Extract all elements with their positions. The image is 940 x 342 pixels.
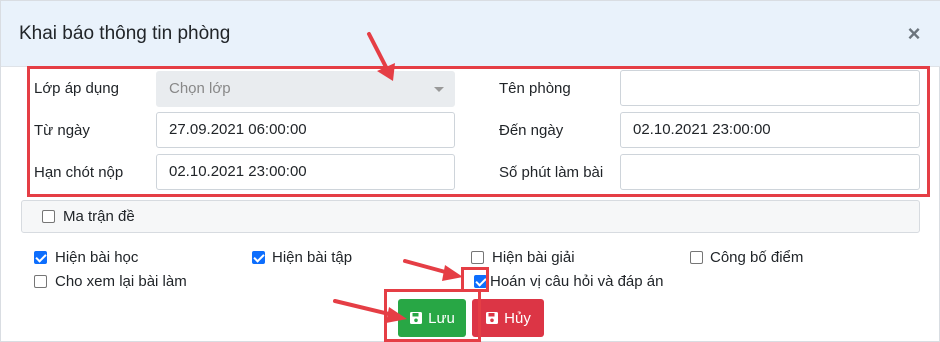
annotation-arrow [367, 32, 395, 81]
annotation-arrow [333, 299, 407, 323]
annotation-arrow [403, 259, 463, 281]
room-info-dialog: Khai báo thông tin phòng × Lớp áp dụng C… [0, 0, 940, 342]
annotation-arrows [333, 32, 463, 323]
